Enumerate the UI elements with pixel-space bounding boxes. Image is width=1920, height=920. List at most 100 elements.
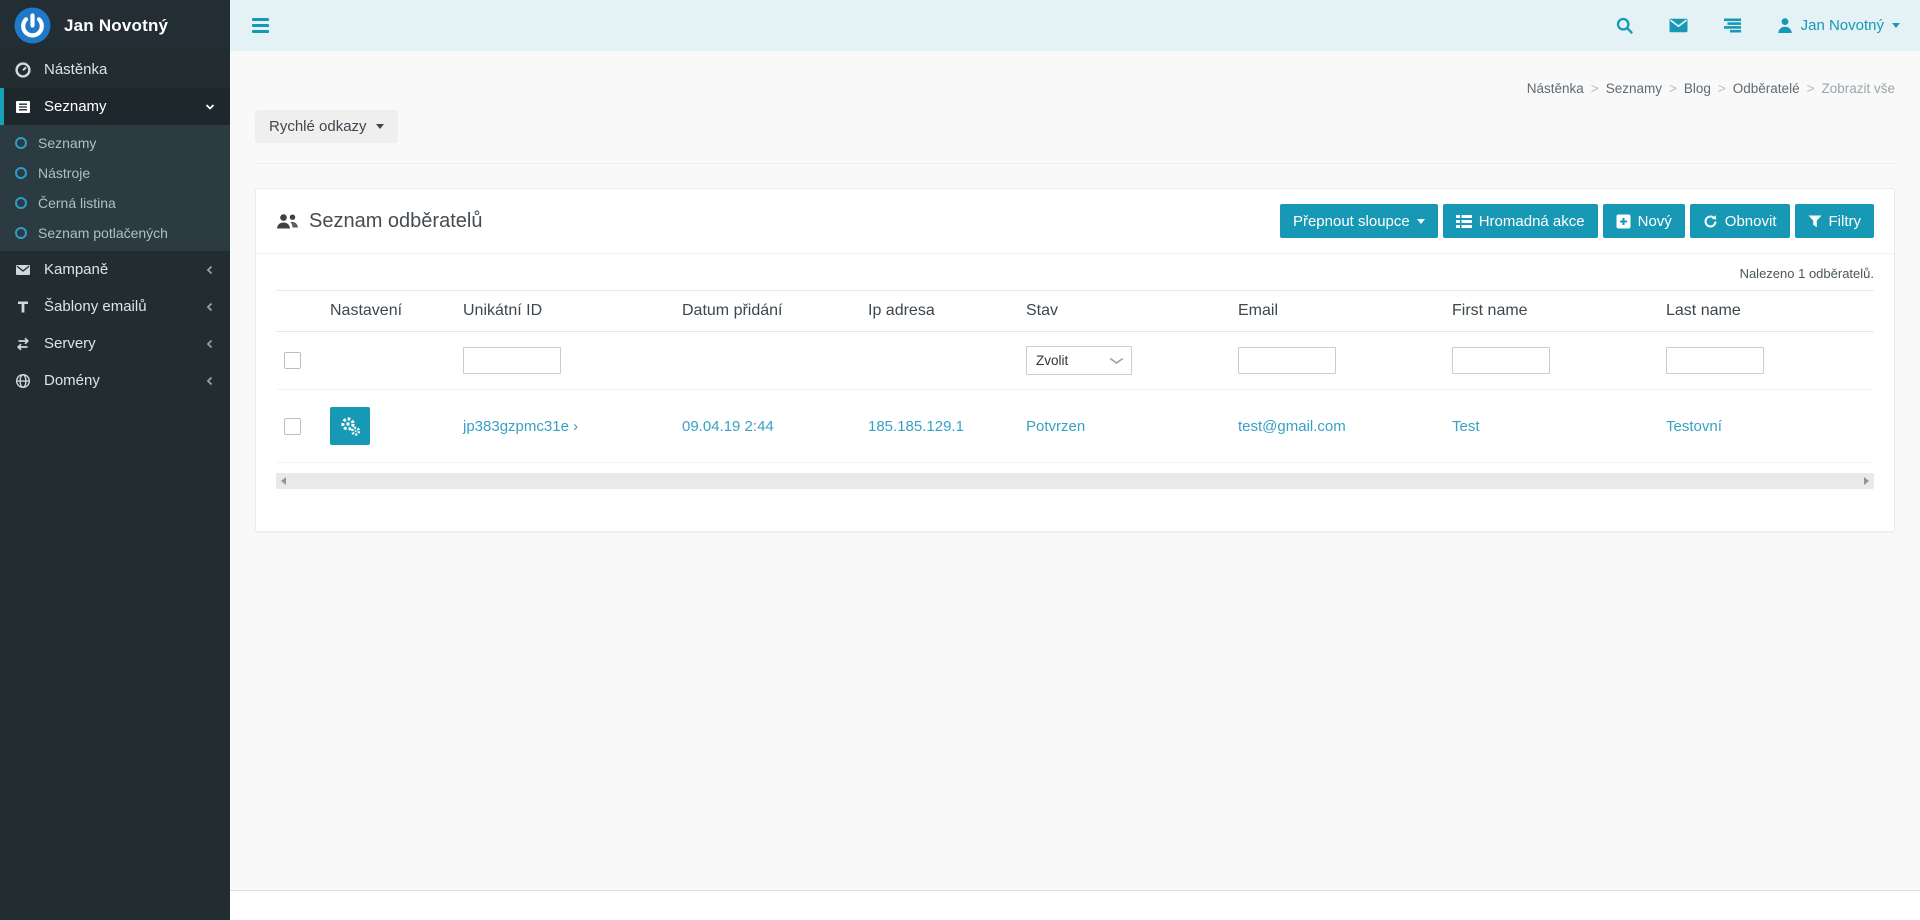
filter-unikatni-id-input[interactable]: [463, 347, 561, 374]
sidebar-nav: Nástěnka Seznamy Seznamy: [0, 51, 230, 399]
panel-body: Nalezeno 1 odběratelů. Nastavení Unikátn…: [256, 254, 1894, 531]
col-header-stav: Stav: [1018, 291, 1230, 332]
toggle-columns-button[interactable]: Přepnout sloupce: [1280, 204, 1438, 238]
filter-stav-value: Zvolit: [1036, 353, 1068, 368]
filter-email-input[interactable]: [1238, 347, 1336, 374]
globe-icon: [14, 373, 32, 389]
refresh-label: Obnovit: [1725, 213, 1777, 230]
filters-button[interactable]: Filtry: [1795, 204, 1875, 238]
col-header-last-name: Last name: [1658, 291, 1874, 332]
chevron-left-icon: [204, 338, 216, 350]
sidebar: Jan Novotný Nástěnka Seznamy: [0, 0, 230, 920]
chevron-left-icon: [204, 264, 216, 276]
table-row: jp383gzpmc31e › 09.04.19 2:44 185.185.12…: [276, 390, 1874, 463]
sidebar-subitem-seznamy[interactable]: Seznamy: [0, 128, 230, 158]
breadcrumb: NástěnkaSeznamyBlogOdběrateléZobrazit vš…: [255, 51, 1895, 96]
content: NástěnkaSeznamyBlogOdběrateléZobrazit vš…: [230, 51, 1920, 890]
list-check-icon: [1456, 214, 1472, 229]
row-settings-button[interactable]: [330, 407, 370, 445]
quick-links-label: Rychlé odkazy: [269, 118, 367, 135]
result-count: Nalezeno 1 odběratelů.: [276, 266, 1874, 281]
search-icon[interactable]: [1616, 17, 1633, 34]
users-icon: [276, 213, 299, 230]
panel-header: Seznam odběratelů Přepnout sloupce Hroma…: [256, 189, 1894, 254]
breadcrumb-link[interactable]: Seznamy: [1606, 81, 1684, 96]
topbar: Jan Novotný: [230, 0, 1920, 51]
sidebar-item-domeny[interactable]: Domény: [0, 362, 230, 399]
chevron-left-icon: [204, 375, 216, 387]
subscriber-id-link[interactable]: jp383gzpmc31e ›: [463, 418, 578, 435]
scroll-right-icon[interactable]: [1864, 477, 1869, 485]
cell-last-name: Testovní: [1658, 390, 1874, 463]
sidebar-item-label: Domény: [44, 372, 100, 389]
table-header-row: Nastavení Unikátní ID Datum přidání Ip a…: [276, 291, 1874, 332]
new-button[interactable]: Nový: [1603, 204, 1685, 238]
sidebar-item-kampane[interactable]: Kampaně: [0, 251, 230, 288]
filter-last-name-input[interactable]: [1666, 347, 1764, 374]
menu-toggle-icon[interactable]: [250, 14, 271, 37]
filter-icon: [1808, 215, 1822, 228]
cell-email: test@gmail.com: [1230, 390, 1444, 463]
sidebar-brand[interactable]: Jan Novotný: [0, 0, 230, 51]
sidebar-item-label: Šablony emailů: [44, 298, 147, 315]
caret-down-icon: [1417, 219, 1425, 224]
messages-icon[interactable]: [1669, 18, 1688, 33]
col-header-first-name: First name: [1444, 291, 1658, 332]
sidebar-user-name: Jan Novotný: [64, 16, 168, 36]
app-window: Jan Novotný Nástěnka Seznamy: [0, 0, 1920, 920]
settings-gears-icon: [339, 415, 361, 437]
sidebar-subitem-cerna-listina[interactable]: Černá listina: [0, 188, 230, 218]
sidebar-subitem-label: Nástroje: [38, 165, 90, 181]
cell-ip: 185.185.129.1: [860, 390, 1018, 463]
cell-status: Potvrzen: [1018, 390, 1230, 463]
sidebar-item-seznamy[interactable]: Seznamy: [0, 88, 230, 125]
scroll-left-icon[interactable]: [281, 477, 286, 485]
sidebar-subitem-seznam-potlacenych[interactable]: Seznam potlačených: [0, 218, 230, 248]
select-all-checkbox[interactable]: [284, 352, 301, 369]
sidebar-item-label: Kampaně: [44, 261, 108, 278]
col-header-unikatni-id: Unikátní ID: [455, 291, 674, 332]
cell-added: 09.04.19 2:44: [674, 390, 860, 463]
breadcrumb-link[interactable]: Odběratelé: [1733, 81, 1822, 96]
header-checkbox-spacer: [276, 291, 322, 332]
breadcrumb-link[interactable]: Nástěnka: [1527, 81, 1606, 96]
col-header-ip-adresa: Ip adresa: [860, 291, 1018, 332]
circle-icon: [15, 227, 27, 239]
quick-links-button[interactable]: Rychlé odkazy: [255, 110, 398, 143]
tasks-icon[interactable]: [1724, 18, 1741, 33]
breadcrumb-link[interactable]: Blog: [1684, 81, 1733, 96]
filter-first-name-input[interactable]: [1452, 347, 1550, 374]
col-header-email: Email: [1230, 291, 1444, 332]
lists-icon: [14, 99, 32, 115]
panel-title: Seznam odběratelů: [309, 210, 482, 233]
filters-label: Filtry: [1829, 213, 1862, 230]
circle-icon: [15, 167, 27, 179]
sidebar-item-label: Servery: [44, 335, 96, 352]
quick-links-row: Rychlé odkazy: [255, 110, 1895, 164]
chevron-down-icon: [204, 101, 216, 113]
sidebar-item-nastenka[interactable]: Nástěnka: [0, 51, 230, 88]
sidebar-subitem-label: Seznamy: [38, 135, 96, 151]
refresh-button[interactable]: Obnovit: [1690, 204, 1790, 238]
horizontal-scrollbar[interactable]: [276, 473, 1874, 489]
caret-down-icon: [376, 124, 384, 129]
bulk-action-button[interactable]: Hromadná akce: [1443, 204, 1598, 238]
text-template-icon: [14, 299, 32, 315]
sidebar-item-servery[interactable]: Servery: [0, 325, 230, 362]
filter-stav-select[interactable]: Zvolit: [1026, 346, 1132, 375]
panel-toolbar: Přepnout sloupce Hromadná akce: [1280, 204, 1874, 238]
exchange-arrows-icon: [14, 336, 32, 352]
filter-row: Zvolit: [276, 332, 1874, 390]
footer: [230, 890, 1920, 920]
subscribers-panel: Seznam odběratelů Přepnout sloupce Hroma…: [255, 188, 1895, 532]
sidebar-subitem-label: Černá listina: [38, 195, 116, 211]
subscribers-table: Nastavení Unikátní ID Datum přidání Ip a…: [276, 290, 1874, 463]
sidebar-item-sablony-emailu[interactable]: Šablony emailů: [0, 288, 230, 325]
col-header-nastaveni: Nastavení: [322, 291, 455, 332]
topbar-user-name: Jan Novotný: [1801, 17, 1884, 34]
chevron-down-icon: [1109, 357, 1124, 365]
sidebar-subitem-nastroje[interactable]: Nástroje: [0, 158, 230, 188]
row-checkbox[interactable]: [284, 418, 301, 435]
new-label: Nový: [1638, 213, 1672, 230]
user-menu[interactable]: Jan Novotný: [1777, 17, 1900, 34]
